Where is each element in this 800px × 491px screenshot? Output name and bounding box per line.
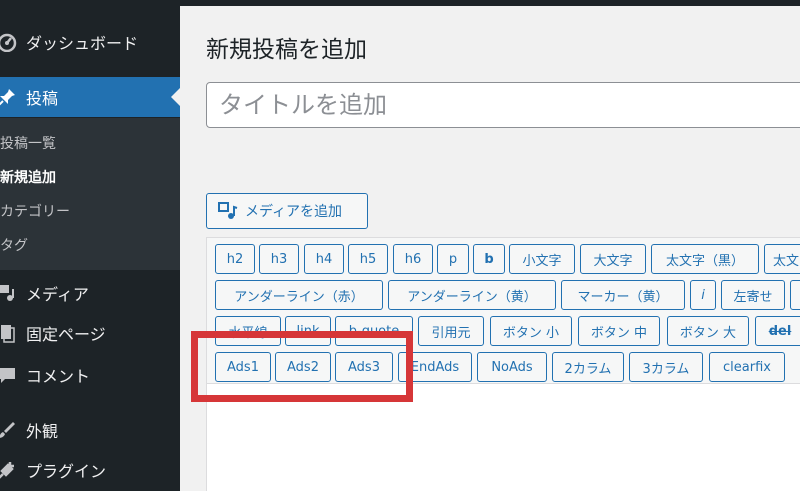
sidebar-item-media[interactable]: メディア (0, 273, 180, 313)
qt-2column-button[interactable]: 2カラム (552, 352, 624, 382)
qt-3column-button[interactable]: 3カラム (629, 352, 703, 382)
submenu-item-all-posts[interactable]: 投稿一覧 (0, 130, 56, 156)
qt-button-medium-button[interactable]: ボタン 中 (578, 316, 660, 346)
media-icon (217, 200, 239, 222)
qt-h2-button[interactable]: h2 (215, 244, 255, 274)
add-media-label: メディアを追加 (245, 204, 343, 220)
qt-clearfix-button[interactable]: clearfix (709, 352, 785, 382)
dashboard-icon (0, 31, 18, 53)
sidebar-item-label: ダッシュボード (26, 34, 139, 53)
qt-h5-button[interactable]: h5 (348, 244, 388, 274)
qt-next-button[interactable] (790, 280, 800, 310)
qt-bold-button[interactable]: b (473, 244, 505, 274)
qt-align-left-button[interactable]: 左寄せ (721, 280, 785, 310)
qt-italic-button[interactable]: i (690, 280, 716, 310)
post-title-input[interactable] (206, 82, 800, 128)
sidebar-item-pages[interactable]: 固定ページ (0, 313, 180, 353)
qt-button-small-button[interactable]: ボタン 小 (490, 316, 572, 346)
page-title: 新規投稿を追加 (206, 37, 367, 63)
highlight-box (191, 331, 413, 402)
qt-p-button[interactable]: p (437, 244, 469, 274)
sidebar-item-label: メディア (26, 285, 89, 304)
pin-icon (0, 86, 18, 108)
sidebar-item-posts[interactable]: 投稿 (0, 77, 180, 117)
media-icon (0, 282, 18, 304)
sidebar-item-label: コメント (26, 367, 91, 386)
plugin-icon (0, 459, 18, 481)
add-media-button[interactable]: メディアを追加 (206, 193, 368, 229)
qt-del-button[interactable]: del (755, 316, 800, 346)
qt-button-large-button[interactable]: ボタン 大 (667, 316, 749, 346)
qt-h6-button[interactable]: h6 (393, 244, 433, 274)
qt-marker-yellow-button[interactable]: マーカー（黄） (561, 280, 685, 310)
sidebar-item-label: 投稿 (26, 89, 59, 108)
brush-icon (0, 419, 18, 441)
qt-noads-button[interactable]: NoAds (477, 352, 547, 382)
posts-submenu: 投稿一覧 新規追加 カテゴリー タグ (0, 118, 180, 270)
sidebar-item-label: 外観 (26, 422, 59, 441)
sidebar-item-plugins[interactable]: プラグイン (0, 450, 180, 490)
qt-bold-red-button[interactable]: 太文 (764, 244, 800, 274)
qt-cite-button[interactable]: 引用元 (418, 316, 484, 346)
submenu-item-categories[interactable]: カテゴリー (0, 198, 70, 224)
qt-underline-yellow-button[interactable]: アンダーライン（黄） (388, 280, 556, 310)
qt-h3-button[interactable]: h3 (259, 244, 299, 274)
sidebar-item-comments[interactable]: コメント (0, 355, 180, 395)
qt-small-text-button[interactable]: 小文字 (509, 244, 575, 274)
qt-bold-black-button[interactable]: 太文字（黒） (651, 244, 759, 274)
qt-h4-button[interactable]: h4 (304, 244, 344, 274)
sidebar-item-dashboard[interactable]: ダッシュボード (0, 22, 180, 62)
qt-large-text-button[interactable]: 大文字 (580, 244, 646, 274)
page-icon (0, 322, 18, 344)
submenu-item-add-new[interactable]: 新規追加 (0, 164, 56, 190)
submenu-item-tags[interactable]: タグ (0, 232, 28, 258)
admin-sidebar: ダッシュボード 投稿 投稿一覧 新規追加 カテゴリー タグ メディア 固定ページ… (0, 0, 180, 491)
sidebar-item-label: プラグイン (26, 462, 107, 481)
sidebar-item-appearance[interactable]: 外観 (0, 410, 180, 450)
sidebar-item-label: 固定ページ (26, 325, 106, 344)
qt-underline-red-button[interactable]: アンダーライン（赤） (215, 280, 383, 310)
comment-icon (0, 364, 18, 386)
